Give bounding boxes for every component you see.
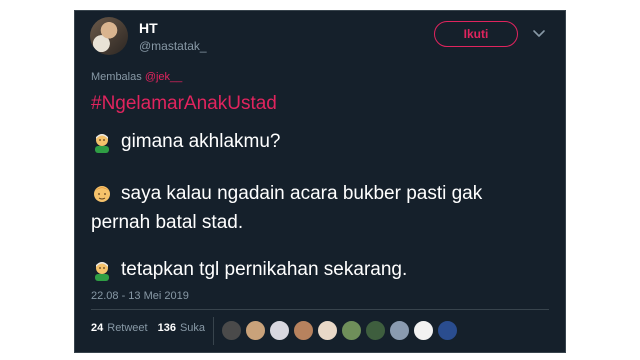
retweet-label[interactable]: Retweet bbox=[107, 322, 147, 334]
old-man-emoji-icon bbox=[95, 134, 109, 153]
divider bbox=[91, 309, 549, 310]
avatar[interactable] bbox=[90, 17, 128, 55]
tweet-line-text: saya kalau ngadain acara bukber pasti ga… bbox=[121, 183, 483, 204]
old-man-emoji-icon bbox=[95, 262, 109, 281]
tweet-stats: 24 Retweet 136 Suka bbox=[91, 322, 205, 334]
hashtag[interactable]: #NgelamarAnakUstad bbox=[91, 93, 277, 115]
chevron-down-icon[interactable] bbox=[531, 25, 547, 41]
tweet-line-text: gimana akhlakmu? bbox=[121, 131, 281, 152]
follow-button[interactable]: Ikuti bbox=[434, 21, 518, 47]
reply-context: Membalas @jek__ bbox=[91, 71, 182, 83]
liker-avatar[interactable] bbox=[437, 320, 458, 341]
timestamp[interactable]: 22.08 - 13 Mei 2019 bbox=[91, 290, 189, 302]
retweet-count[interactable]: 24 bbox=[91, 322, 103, 334]
like-count[interactable]: 136 bbox=[158, 322, 176, 334]
boy-emoji-icon bbox=[94, 186, 110, 202]
likers-avatars bbox=[221, 320, 461, 341]
display-name[interactable]: HT bbox=[139, 20, 158, 36]
like-label[interactable]: Suka bbox=[180, 322, 205, 334]
liker-avatar[interactable] bbox=[365, 320, 386, 341]
liker-avatar[interactable] bbox=[413, 320, 434, 341]
stats-divider bbox=[213, 317, 214, 345]
reply-mention[interactable]: @jek__ bbox=[145, 71, 182, 83]
tweet-line: saya kalau ngadain acara bukber pasti ga… bbox=[91, 183, 482, 205]
user-handle[interactable]: @mastatak_ bbox=[139, 39, 207, 53]
tweet-line-text: pernah batal stad. bbox=[91, 212, 244, 233]
tweet-line: gimana akhlakmu? bbox=[91, 131, 280, 153]
liker-avatar[interactable] bbox=[245, 320, 266, 341]
liker-avatar[interactable] bbox=[341, 320, 362, 341]
tweet-line: pernah batal stad. bbox=[91, 212, 243, 234]
tweet-line-text: tetapkan tgl pernikahan sekarang. bbox=[121, 259, 408, 280]
liker-avatar[interactable] bbox=[317, 320, 338, 341]
tweet-card: HT @mastatak_ Ikuti Membalas @jek__ #Nge… bbox=[74, 10, 566, 353]
liker-avatar[interactable] bbox=[221, 320, 242, 341]
liker-avatar[interactable] bbox=[389, 320, 410, 341]
tweet-line: tetapkan tgl pernikahan sekarang. bbox=[91, 259, 407, 281]
liker-avatar[interactable] bbox=[269, 320, 290, 341]
liker-avatar[interactable] bbox=[293, 320, 314, 341]
reply-prefix: Membalas bbox=[91, 71, 142, 83]
